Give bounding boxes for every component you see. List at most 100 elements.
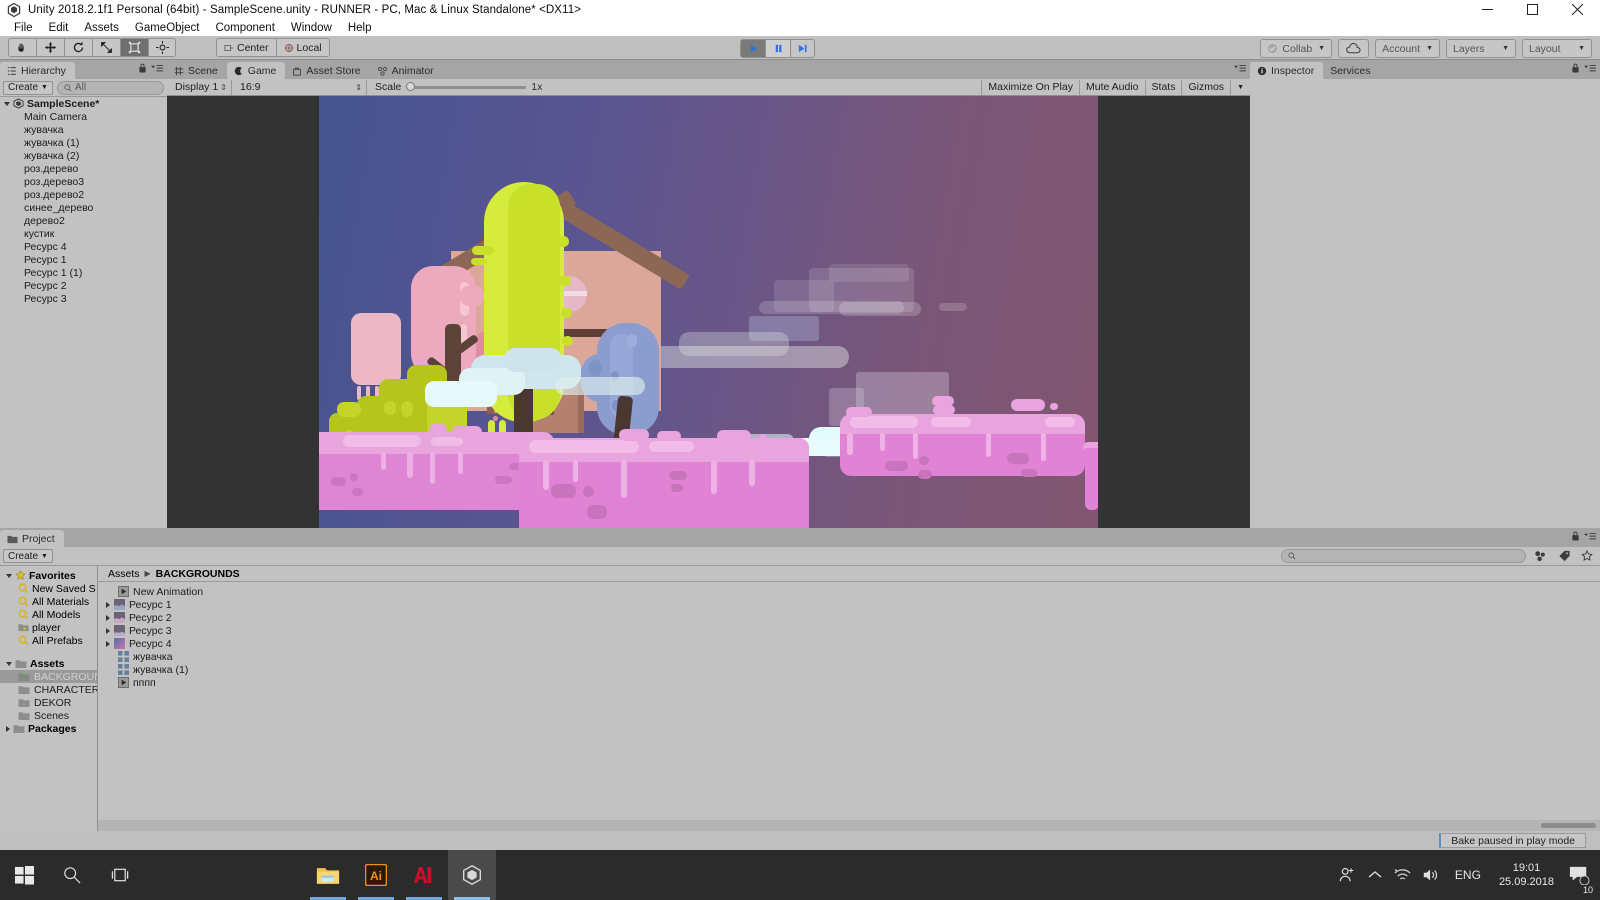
menu-file[interactable]: File: [6, 21, 41, 35]
tab-game[interactable]: Game: [226, 62, 286, 79]
hierarchy-item-3[interactable]: жувачка (2): [0, 149, 167, 162]
scrollbar-thumb[interactable]: [1541, 823, 1596, 828]
minimize-button[interactable]: [1465, 0, 1510, 19]
close-button[interactable]: [1555, 0, 1600, 19]
packages-root[interactable]: Packages: [0, 722, 97, 735]
chevron-right-icon[interactable]: [106, 614, 110, 621]
pivot-mode-button[interactable]: Center: [216, 38, 276, 57]
project-asset-zhuvachka-1[interactable]: жувачка (1): [98, 663, 1600, 676]
panel-menu-icon[interactable]: [1584, 64, 1596, 76]
hand-tool-button[interactable]: [8, 38, 36, 57]
hierarchy-item-13[interactable]: Ресурс 2: [0, 279, 167, 292]
taskbar-illustrator-icon[interactable]: Ai: [352, 850, 400, 900]
menu-window[interactable]: Window: [283, 21, 340, 35]
aspect-dropdown[interactable]: 16:9 ⇕: [232, 79, 367, 95]
menu-edit[interactable]: Edit: [41, 21, 77, 35]
scale-slider-knob[interactable]: [406, 82, 416, 91]
display-dropdown[interactable]: Display 1 ⇕: [167, 79, 232, 95]
panel-menu-icon[interactable]: [151, 64, 163, 76]
project-item-list[interactable]: New Animation Ресурс 1 Ресурс 2 Ресурс 3…: [98, 582, 1600, 820]
panel-menu-icon[interactable]: [1234, 64, 1246, 76]
status-message[interactable]: Bake paused in play mode: [1439, 833, 1586, 848]
project-asset-zhuvachka[interactable]: жувачка: [98, 650, 1600, 663]
language-indicator[interactable]: ENG: [1445, 868, 1491, 882]
play-button[interactable]: [740, 39, 765, 58]
gizmos-dropdown[interactable]: Gizmos: [1181, 79, 1230, 95]
favorite-item-2[interactable]: All Models: [0, 608, 97, 621]
task-view-icon[interactable]: [96, 850, 144, 900]
hierarchy-list[interactable]: SampleScene* Main Camera жувачка жувачка…: [0, 97, 167, 528]
hierarchy-item-4[interactable]: роз.дерево: [0, 162, 167, 175]
lock-icon[interactable]: [138, 63, 147, 76]
chevron-right-icon[interactable]: [106, 640, 110, 647]
project-asset-resurs-2[interactable]: Ресурс 2: [98, 611, 1600, 624]
taskbar-after-effects-icon[interactable]: [400, 850, 448, 900]
project-tree[interactable]: Favorites New Saved S All Materials All …: [0, 566, 98, 831]
windows-start-icon[interactable]: [0, 850, 48, 900]
hierarchy-search-input[interactable]: All: [56, 80, 164, 95]
menu-component[interactable]: Component: [207, 21, 282, 35]
hierarchy-item-7[interactable]: синее_дерево: [0, 201, 167, 214]
stats-toggle[interactable]: Stats: [1144, 79, 1182, 95]
taskbar-search-icon[interactable]: [48, 850, 96, 900]
favorites-root[interactable]: Favorites: [0, 569, 97, 582]
project-asset-resurs-3[interactable]: Ресурс 3: [98, 624, 1600, 637]
hierarchy-item-14[interactable]: Ресурс 3: [0, 292, 167, 305]
lock-icon[interactable]: [1571, 63, 1580, 76]
maximize-on-play-toggle[interactable]: Maximize On Play: [981, 79, 1079, 95]
project-folder-backgrounds[interactable]: BACKGROUNDS: [0, 670, 97, 683]
project-asset-resurs-1[interactable]: Ресурс 1: [98, 598, 1600, 611]
taskbar-file-explorer-icon[interactable]: [304, 850, 352, 900]
collab-button[interactable]: Collab ▼: [1260, 39, 1333, 58]
game-canvas[interactable]: [167, 96, 1250, 546]
chevron-right-icon[interactable]: [106, 601, 110, 608]
tab-services[interactable]: Services: [1323, 62, 1380, 79]
favorite-item-4[interactable]: All Prefabs: [0, 634, 97, 647]
volume-icon[interactable]: [1417, 850, 1445, 900]
project-folder-dekor[interactable]: DEKOR: [0, 696, 97, 709]
menu-gameobject[interactable]: GameObject: [127, 21, 208, 35]
transform-tool-button[interactable]: [148, 38, 176, 57]
tab-scene[interactable]: Scene: [167, 62, 227, 79]
project-create-button[interactable]: Create ▼: [3, 549, 53, 563]
hierarchy-item-9[interactable]: кустик: [0, 227, 167, 240]
assets-root[interactable]: Assets: [0, 657, 97, 670]
step-button[interactable]: [790, 39, 815, 58]
hierarchy-item-6[interactable]: роз.дерево2: [0, 188, 167, 201]
mute-audio-toggle[interactable]: Mute Audio: [1078, 79, 1145, 95]
tab-hierarchy[interactable]: Hierarchy: [0, 62, 75, 79]
project-search-input[interactable]: [1281, 549, 1526, 563]
hierarchy-item-2[interactable]: жувачка (1): [0, 136, 167, 149]
tab-project[interactable]: Project: [0, 530, 64, 547]
project-horizontal-scrollbar[interactable]: [98, 820, 1600, 831]
layers-button[interactable]: Layers ▼: [1446, 39, 1516, 58]
move-tool-button[interactable]: [36, 38, 64, 57]
filter-by-label-icon[interactable]: [1555, 550, 1574, 562]
project-asset-new-animation[interactable]: New Animation: [98, 585, 1600, 598]
project-asset-pppp[interactable]: пппп: [98, 676, 1600, 689]
rotate-tool-button[interactable]: [64, 38, 92, 57]
account-button[interactable]: Account ▼: [1375, 39, 1440, 58]
scale-tool-button[interactable]: [92, 38, 120, 57]
chevron-right-icon[interactable]: [106, 627, 110, 634]
rotation-mode-button[interactable]: Local: [275, 38, 330, 57]
tab-asset-store[interactable]: Asset Store: [285, 62, 370, 79]
hierarchy-item-main-camera[interactable]: Main Camera: [0, 110, 167, 123]
people-icon[interactable]: [1333, 850, 1361, 900]
wifi-icon[interactable]: [1389, 850, 1417, 900]
show-hidden-icons-chevron[interactable]: [1361, 850, 1389, 900]
hierarchy-item-1[interactable]: жувачка: [0, 123, 167, 136]
project-asset-resurs-4[interactable]: Ресурс 4: [98, 637, 1600, 650]
layout-button[interactable]: Layout ▼: [1522, 39, 1592, 58]
favorite-item-0[interactable]: New Saved S: [0, 582, 97, 595]
tab-inspector[interactable]: Inspector: [1250, 62, 1324, 79]
favorite-star-icon[interactable]: [1579, 550, 1597, 562]
project-folder-characters[interactable]: CHARACTERS: [0, 683, 97, 696]
breadcrumb-assets[interactable]: Assets: [108, 568, 140, 580]
menu-assets[interactable]: Assets: [76, 21, 127, 35]
pause-button[interactable]: [765, 39, 790, 58]
gizmos-chevron-down-icon[interactable]: ▼: [1230, 79, 1250, 95]
chevron-down-icon[interactable]: [4, 101, 10, 106]
lock-icon[interactable]: [1571, 531, 1580, 544]
clock[interactable]: 19:01 25.09.2018: [1491, 861, 1562, 889]
